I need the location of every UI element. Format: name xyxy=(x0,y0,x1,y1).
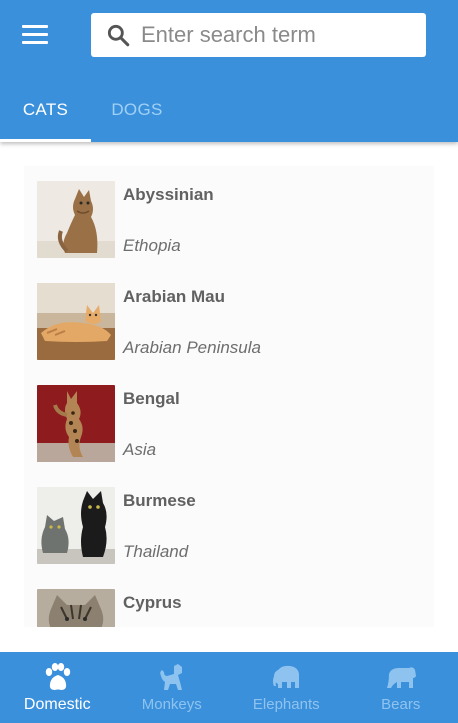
breed-name: Burmese xyxy=(123,491,196,510)
breed-name: Bengal xyxy=(123,389,180,408)
list-item[interactable]: Abyssinian Ethopia xyxy=(37,181,427,259)
breed-thumbnail xyxy=(37,283,115,360)
breed-name: Arabian Mau xyxy=(123,287,226,306)
breed-thumbnail xyxy=(37,385,115,462)
nav-bears[interactable]: Bears xyxy=(344,652,458,723)
nav-elephants[interactable]: Elephants xyxy=(229,652,344,723)
breed-name: Cyprus xyxy=(123,593,182,612)
breed-origin: Ethopia xyxy=(123,236,181,255)
tab-dogs[interactable]: DOGS xyxy=(91,78,183,142)
list-item[interactable]: Cyprus xyxy=(37,589,427,627)
nav-label: Domestic xyxy=(23,696,91,713)
nav-label: Bears xyxy=(381,696,421,713)
menu-icon[interactable] xyxy=(22,25,48,47)
bear-icon xyxy=(386,667,416,688)
monkey-icon xyxy=(159,664,182,690)
nav-label: Elephants xyxy=(252,696,320,713)
nav-monkeys[interactable]: Monkeys xyxy=(115,652,230,723)
search-input[interactable] xyxy=(141,22,411,48)
tab-indicator xyxy=(0,139,91,142)
nav-label: Monkeys xyxy=(141,696,202,713)
list-item[interactable]: Arabian Mau Arabian Peninsula xyxy=(37,283,427,361)
breed-name: Abyssinian xyxy=(123,185,214,204)
breed-origin: Thailand xyxy=(123,542,189,561)
breed-origin: Asia xyxy=(123,440,157,459)
elephant-icon xyxy=(273,665,300,688)
paw-icon xyxy=(46,663,71,690)
tab-bar: CATS DOGS xyxy=(0,78,458,142)
list-item[interactable]: Bengal Asia xyxy=(37,385,427,463)
list-item[interactable]: Burmese Thailand xyxy=(37,487,427,565)
breed-thumbnail xyxy=(37,487,115,564)
breed-thumbnail xyxy=(37,589,115,627)
tab-cats[interactable]: CATS xyxy=(0,78,91,142)
app-bar: CATS DOGS xyxy=(0,0,458,142)
search-bar[interactable] xyxy=(91,13,426,57)
search-icon xyxy=(107,24,130,47)
breed-origin: Arabian Peninsula xyxy=(123,338,261,357)
bottom-navigation: Domestic Monkeys Elephants Bears xyxy=(0,652,458,723)
nav-domestic[interactable]: Domestic xyxy=(0,652,115,723)
breed-list[interactable]: Abyssinian Ethopia Arabian Mau Arabian P… xyxy=(24,166,434,627)
breed-thumbnail xyxy=(37,181,115,258)
